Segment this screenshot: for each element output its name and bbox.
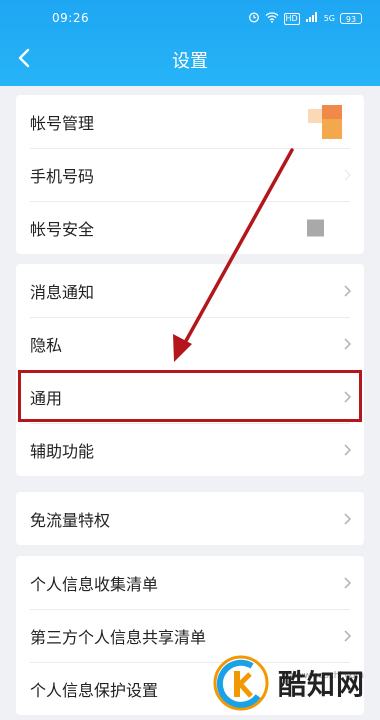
page-title: 设置 xyxy=(172,51,208,72)
row-label: 通用 xyxy=(30,388,63,408)
row-label: 手机号码 xyxy=(30,166,95,186)
wifi-icon xyxy=(265,11,279,26)
row-account-security[interactable]: 帐号安全 xyxy=(16,201,364,254)
row-label: 隐私 xyxy=(30,335,63,355)
chevron-right-icon xyxy=(344,443,352,456)
signal-icon xyxy=(305,11,319,26)
row-personal-info-list[interactable]: 个人信息收集清单 xyxy=(16,556,364,609)
row-label: 第三方个人信息共享清单 xyxy=(30,627,207,647)
status-icons: HD 5G 93 xyxy=(248,11,362,26)
signal-type-label: 5G xyxy=(323,14,335,23)
row-phone-number[interactable]: 手机号码 xyxy=(16,148,364,201)
brand-logo-icon xyxy=(213,655,269,711)
row-privacy[interactable]: 隐私 xyxy=(16,317,364,370)
security-status-icon xyxy=(307,219,324,236)
chevron-right-icon xyxy=(344,629,352,642)
hd-icon: HD xyxy=(283,12,300,25)
status-bar: 09:26 HD 5G 93 xyxy=(0,0,380,38)
row-notifications[interactable]: 消息通知 xyxy=(16,264,364,317)
chevron-right-icon xyxy=(344,284,352,297)
row-label: 帐号安全 xyxy=(30,219,95,239)
row-label: 个人信息保护设置 xyxy=(30,680,159,700)
watermark-brand: 酷知网 xyxy=(278,668,366,701)
row-accessibility[interactable]: 辅助功能 xyxy=(16,423,364,476)
row-label: 辅助功能 xyxy=(30,441,95,461)
settings-group-data-saver: 免流量特权 xyxy=(16,492,364,545)
chevron-right-icon xyxy=(344,168,352,181)
settings-group-account: 帐号管理 手机号码 帐号安全 xyxy=(16,95,364,254)
row-label: 消息通知 xyxy=(30,282,95,302)
chevron-right-icon xyxy=(344,390,352,403)
row-label: 帐号管理 xyxy=(30,113,95,133)
alarm-icon xyxy=(248,11,260,26)
row-general[interactable]: 通用 xyxy=(16,370,364,423)
settings-group-general: 消息通知 隐私 通用 辅助功能 xyxy=(16,264,364,476)
chevron-right-icon xyxy=(344,337,352,350)
row-label: 免流量特权 xyxy=(30,510,111,530)
watermark: 酷知网 xyxy=(212,650,372,716)
top-bar: 09:26 HD 5G 93 设置 xyxy=(0,0,380,86)
avatar xyxy=(308,104,342,139)
row-label: 个人信息收集清单 xyxy=(30,574,159,594)
chevron-right-icon xyxy=(344,512,352,525)
chevron-right-icon xyxy=(344,576,352,589)
nav-row: 设置 xyxy=(0,38,380,80)
row-free-traffic[interactable]: 免流量特权 xyxy=(16,492,364,545)
row-account-management[interactable]: 帐号管理 xyxy=(16,95,364,148)
status-time: 09:26 xyxy=(52,11,90,25)
battery-icon: 93 xyxy=(340,13,362,24)
